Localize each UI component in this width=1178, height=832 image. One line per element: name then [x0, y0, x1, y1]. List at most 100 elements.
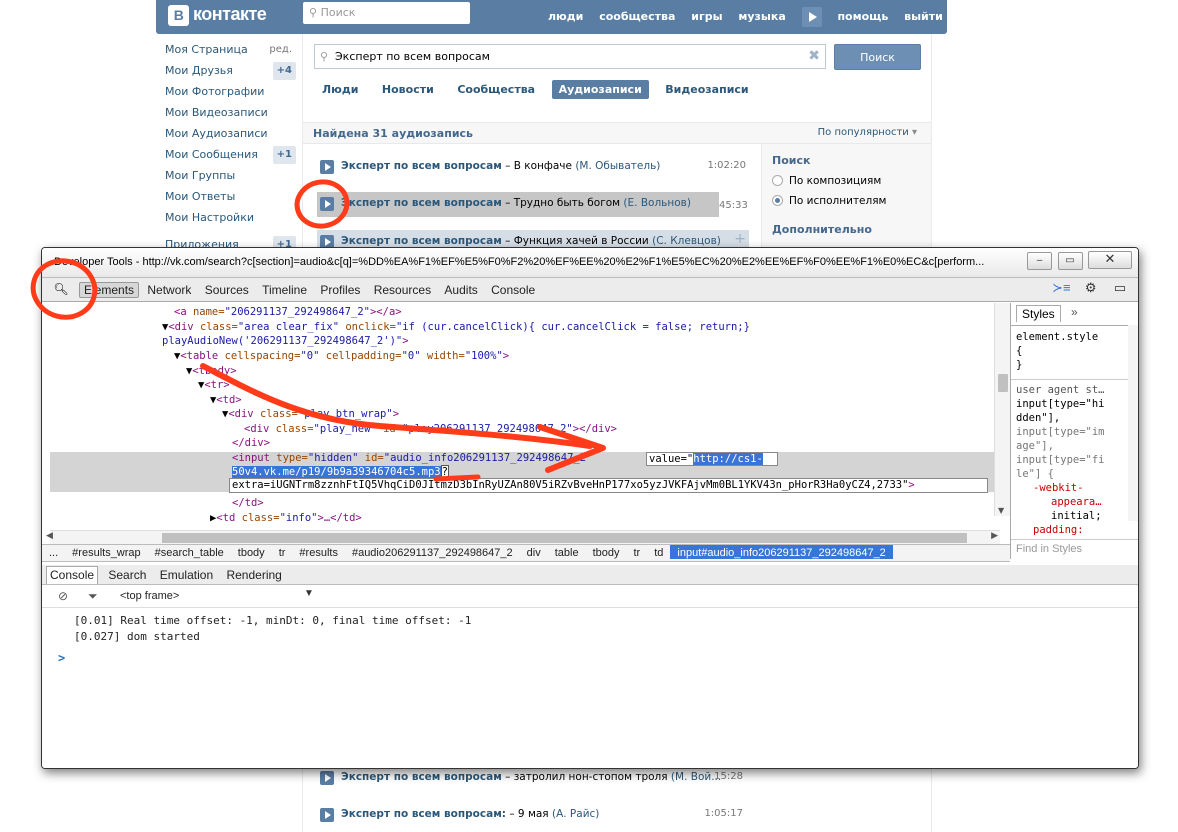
clear-console-icon[interactable]: ⊘: [58, 589, 68, 603]
dom-node[interactable]: ▼<td>: [210, 393, 242, 407]
filter-by-artists[interactable]: По исполнителям: [772, 195, 931, 207]
minimize-button[interactable]: ‒: [1027, 252, 1052, 270]
left-menu-audio[interactable]: Мои Аудиозаписи: [165, 126, 300, 147]
audio-search-input[interactable]: ⚲ Эксперт по всем вопросам ✖: [314, 44, 826, 69]
audio-artist-name[interactable]: Эксперт по всем вопросам: [341, 235, 502, 247]
play-icon[interactable]: [320, 197, 334, 211]
tab-sources[interactable]: Sources: [200, 283, 254, 297]
drawer-tab-rendering[interactable]: Rendering: [223, 566, 284, 582]
dom-node[interactable]: ▼<div class="area clear_fix" onclick="if…: [162, 320, 750, 334]
tab-video[interactable]: Видеозаписи: [658, 80, 755, 99]
dom-node[interactable]: ▼<tr>: [198, 378, 230, 392]
audio-author[interactable]: (А. Райс): [552, 808, 599, 820]
dom-node[interactable]: </div>: [232, 436, 270, 450]
filter-by-tracks[interactable]: По композициям: [772, 175, 931, 187]
breadcrumb-item[interactable]: #results_wrap: [65, 545, 147, 559]
add-audio-icon[interactable]: +: [734, 231, 746, 247]
tab-communities[interactable]: Сообщества: [450, 80, 542, 99]
tab-resources[interactable]: Resources: [369, 283, 436, 297]
left-menu-photos[interactable]: Мои Фотографии: [165, 84, 300, 105]
breadcrumb-item[interactable]: #search_table: [148, 545, 231, 559]
dom-tree-hscroll[interactable]: ◀ ▶: [46, 530, 1000, 544]
devtools-titlebar[interactable]: Developer Tools - http://vk.com/search?c…: [42, 248, 1138, 278]
clear-search-icon[interactable]: ✖: [808, 48, 820, 64]
dom-node[interactable]: ▼<div class="play_btn_wrap">: [222, 407, 399, 421]
more-tabs-icon[interactable]: »: [1071, 305, 1078, 319]
tab-styles[interactable]: Styles: [1016, 305, 1061, 322]
inspect-search-icon[interactable]: 🔍︎: [48, 280, 74, 299]
console-output[interactable]: [0.01] Real time offset: -1, minDt: 0, f…: [42, 608, 1138, 768]
filter-icon[interactable]: ⏷: [88, 589, 98, 604]
radio-icon[interactable]: [772, 175, 783, 186]
dom-node[interactable]: <div class="play_new" id="play206291137_…: [244, 422, 617, 436]
breadcrumb-item[interactable]: tbody: [586, 545, 627, 559]
breadcrumb-item[interactable]: tr: [272, 545, 293, 559]
console-prompt[interactable]: >: [58, 651, 65, 665]
scroll-thumb[interactable]: [998, 374, 1008, 392]
breadcrumb-item[interactable]: td: [647, 545, 670, 559]
audio-row[interactable]: Эксперт по всем вопросам – В конфаче (М.…: [317, 155, 749, 180]
breadcrumb-item[interactable]: ...: [42, 545, 65, 559]
left-menu-my-page[interactable]: Моя Страница ред.: [165, 42, 300, 63]
dom-tree[interactable]: <a name="206291137_292498647_2"></a> ▼<d…: [42, 303, 1010, 530]
tab-people[interactable]: Люди: [315, 80, 365, 99]
dom-tree-vscroll[interactable]: ▼: [994, 303, 1010, 516]
audio-author[interactable]: (М. Обыватель): [575, 160, 660, 172]
top-search-input[interactable]: ⚲ Поиск: [303, 2, 470, 24]
attribute-value-editor[interactable]: value="http://cs1-: [646, 452, 778, 466]
play-icon[interactable]: [320, 160, 334, 174]
audio-artist-name[interactable]: Эксперт по всем вопросам: [341, 197, 502, 209]
audio-author[interactable]: (Е. Вольнов): [623, 197, 691, 209]
frame-selector[interactable]: <top frame>: [120, 590, 179, 602]
scroll-thumb[interactable]: [162, 533, 967, 543]
dom-node[interactable]: ▶<td class="info">…</td>: [210, 511, 362, 525]
left-menu-settings[interactable]: Мои Настройки: [165, 210, 300, 231]
left-menu-friends[interactable]: Мои Друзья +4: [165, 62, 300, 84]
left-menu-videos[interactable]: Мои Видеозаписи: [165, 105, 300, 126]
drawer-tab-search[interactable]: Search: [105, 566, 149, 582]
styles-vscroll[interactable]: [1128, 325, 1138, 521]
breadcrumb-item[interactable]: #audio206291137_292498647_2: [345, 545, 520, 559]
dom-node[interactable]: ▼<tbody>: [186, 364, 237, 378]
element-style-rule[interactable]: element.style: [1016, 330, 1098, 344]
tab-elements[interactable]: Elements: [79, 282, 140, 298]
maximize-button[interactable]: ▭: [1057, 252, 1083, 270]
audio-row[interactable]: Эксперт по всем вопросам – Трудно быть б…: [317, 192, 719, 217]
top-link-communities[interactable]: сообщества: [599, 10, 675, 23]
tab-news[interactable]: Новости: [375, 80, 441, 99]
dock-icon[interactable]: ▭: [1110, 280, 1130, 296]
left-menu-messages[interactable]: Мои Сообщения +1: [165, 146, 300, 168]
audio-row[interactable]: Эксперт по всем вопросам – затролил нон-…: [317, 766, 757, 791]
left-menu-groups[interactable]: Мои Группы: [165, 168, 300, 189]
play-icon[interactable]: [320, 771, 334, 785]
find-in-styles-input[interactable]: Find in Styles: [1011, 539, 1138, 559]
breadcrumb-item-active[interactable]: input#audio_info206291137_292498647_2: [670, 545, 893, 559]
chevron-down-icon[interactable]: ▼: [304, 588, 314, 599]
vk-logo[interactable]: Вконтакте: [168, 4, 267, 26]
breadcrumb-item[interactable]: table: [548, 545, 586, 559]
audio-artist-name[interactable]: Эксперт по всем вопросам: [341, 160, 502, 172]
audio-row[interactable]: Эксперт по всем вопросам: – 9 мая (А. Ра…: [317, 803, 757, 828]
top-link-music[interactable]: музыка: [738, 10, 785, 23]
tab-audio[interactable]: Аудиозаписи: [551, 80, 649, 99]
top-link-help[interactable]: помощь: [837, 10, 888, 23]
player-play-icon[interactable]: [801, 7, 822, 27]
audio-artist-name[interactable]: Эксперт по всем вопросам: [341, 771, 502, 783]
selected-dom-node[interactable]: <input type="hidden" id="audio_info20629…: [232, 451, 592, 465]
radio-checked-icon[interactable]: [772, 195, 783, 206]
play-icon[interactable]: [320, 808, 334, 822]
search-button[interactable]: Поиск: [834, 44, 921, 70]
console-drawer-icon[interactable]: ≻≡: [1051, 280, 1071, 296]
tab-profiles[interactable]: Profiles: [315, 283, 365, 297]
scroll-left-icon[interactable]: ◀: [46, 531, 53, 541]
dom-node[interactable]: ▼<table cellspacing="0" cellpadding="0" …: [174, 349, 509, 363]
breadcrumb-item[interactable]: tr: [626, 545, 647, 559]
breadcrumb-item[interactable]: #results: [292, 545, 345, 559]
top-link-people[interactable]: люди: [548, 10, 583, 23]
drawer-tab-emulation[interactable]: Emulation: [157, 566, 216, 582]
top-link-logout[interactable]: выйти: [904, 10, 943, 23]
audio-artist-name[interactable]: Эксперт по всем вопросам:: [341, 808, 506, 820]
audio-author[interactable]: (С. Клевцов): [652, 235, 721, 247]
breadcrumb-item[interactable]: div: [520, 545, 548, 559]
dom-node[interactable]: <a name="206291137_292498647_2"></a>: [174, 305, 402, 319]
